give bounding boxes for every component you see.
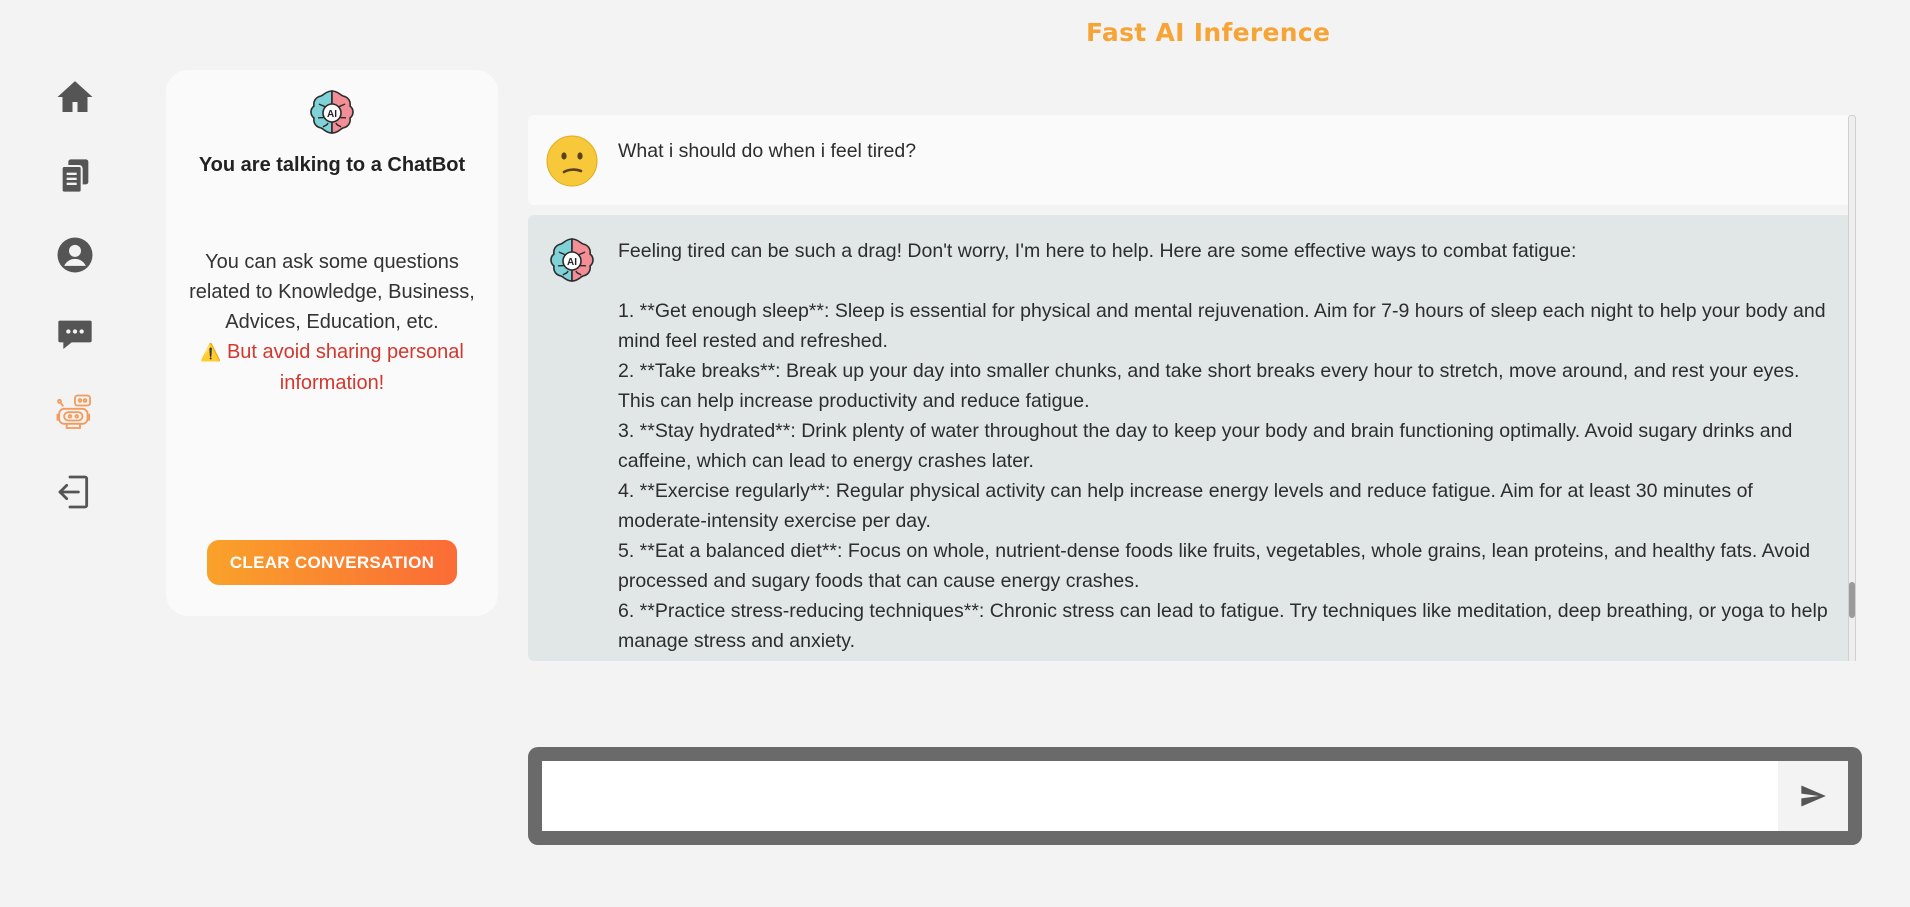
app-title: Fast AI Inference — [1086, 18, 1331, 47]
composer-inner — [542, 761, 1848, 831]
send-icon — [1801, 785, 1826, 807]
svg-text:AI: AI — [567, 257, 577, 268]
user-message-text: What i should do when i feel tired? — [618, 140, 917, 162]
home-icon — [57, 81, 93, 112]
ai-brain-icon: AI — [310, 90, 354, 134]
confused-face-icon — [546, 135, 598, 187]
message-input[interactable] — [542, 761, 1778, 831]
chatbot-description: You can ask some questions related to Kn… — [189, 251, 475, 333]
user-icon — [57, 237, 93, 273]
warning-icon: ⚠️ — [200, 343, 222, 362]
message-composer — [528, 747, 1862, 845]
robot-icon — [56, 394, 91, 429]
nav-chat[interactable] — [50, 309, 100, 359]
icon-rail — [50, 72, 100, 546]
nav-chatbot[interactable] — [50, 388, 100, 438]
chat-icon — [58, 320, 92, 349]
bot-message: AI Feeling tired can be such a drag! Don… — [528, 215, 1853, 661]
chat-scrollbar-thumb[interactable] — [1849, 582, 1855, 618]
user-message: What i should do when i feel tired? — [528, 115, 1853, 205]
privacy-warning: ⚠️ But avoid sharing personal informatio… — [187, 337, 477, 398]
chat-scrollbar[interactable] — [1848, 115, 1856, 661]
chatbot-info-card: AI You are talking to a ChatBot You can … — [166, 70, 498, 616]
nav-documents[interactable] — [50, 151, 100, 201]
chatbot-title: You are talking to a ChatBot — [198, 154, 466, 176]
documents-icon — [60, 159, 89, 194]
logout-icon — [58, 475, 89, 509]
warning-text: But avoid sharing personal information! — [226, 341, 464, 394]
clear-conversation-button[interactable]: CLEAR CONVERSATION — [207, 540, 457, 585]
send-button[interactable] — [1778, 761, 1848, 831]
chat-transcript: What i should do when i feel tired? AI F… — [528, 115, 1862, 661]
nav-profile[interactable] — [50, 230, 100, 280]
bot-message-text: Feeling tired can be such a drag! Don't … — [618, 240, 1828, 652]
nav-logout[interactable] — [50, 467, 100, 517]
svg-text:AI: AI — [327, 109, 337, 120]
ai-brain-icon: AI — [550, 238, 594, 282]
nav-home[interactable] — [50, 72, 100, 122]
